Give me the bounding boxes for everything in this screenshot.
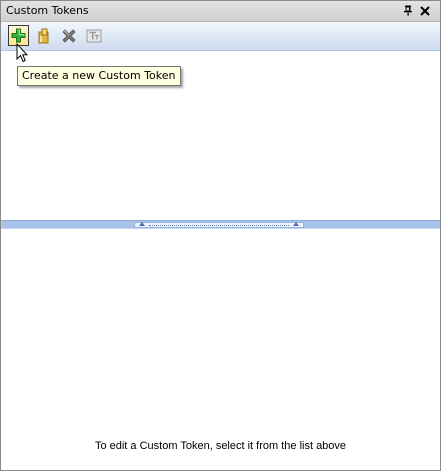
- edit-hint-text: To edit a Custom Token, select it from t…: [94, 440, 347, 452]
- edit-token-button[interactable]: [33, 25, 54, 46]
- delete-token-button[interactable]: [58, 25, 79, 46]
- add-icon: [11, 28, 26, 43]
- token-button[interactable]: [83, 25, 104, 46]
- close-button[interactable]: [419, 4, 431, 17]
- grip-dots: [149, 225, 289, 226]
- collapse-up-arrow-icon: [139, 222, 145, 226]
- panel-title-bar: Custom Tokens: [1, 1, 440, 22]
- edit-icon: [38, 28, 48, 43]
- token-icon: [86, 29, 101, 42]
- delete-icon: [61, 28, 76, 43]
- toolbar: [1, 22, 440, 51]
- pin-button[interactable]: [402, 4, 414, 17]
- splitter-grip[interactable]: [134, 222, 304, 228]
- collapse-up-arrow-icon: [293, 222, 299, 226]
- splitter[interactable]: [1, 220, 440, 229]
- pin-icon: [404, 5, 412, 16]
- mouse-cursor-icon: [16, 43, 28, 63]
- add-token-tooltip: Create a new Custom Token: [17, 66, 182, 86]
- token-detail-area: To edit a Custom Token, select it from t…: [1, 229, 440, 470]
- panel-title: Custom Tokens: [6, 4, 89, 17]
- close-icon: [420, 5, 430, 16]
